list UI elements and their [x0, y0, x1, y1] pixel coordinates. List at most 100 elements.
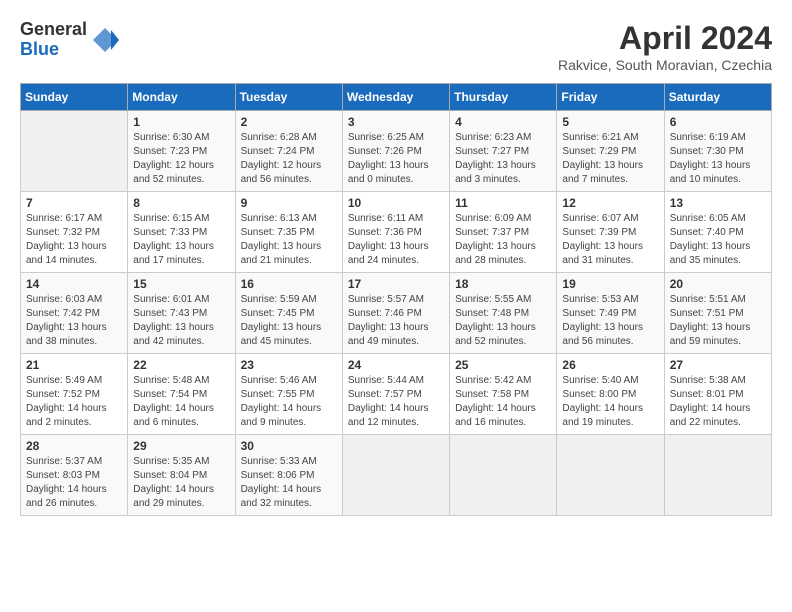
day-info: Sunrise: 5:35 AM Sunset: 8:04 PM Dayligh…: [133, 455, 229, 511]
day-number: 17: [348, 277, 444, 291]
logo-text: General Blue: [20, 20, 87, 60]
calendar-cell: 17Sunrise: 5:57 AM Sunset: 7:46 PM Dayli…: [342, 273, 449, 354]
calendar-week-row: 1Sunrise: 6:30 AM Sunset: 7:23 PM Daylig…: [21, 111, 772, 192]
day-info: Sunrise: 5:48 AM Sunset: 7:54 PM Dayligh…: [133, 374, 229, 430]
day-number: 23: [241, 358, 337, 372]
calendar-week-row: 7Sunrise: 6:17 AM Sunset: 7:32 PM Daylig…: [21, 192, 772, 273]
calendar-cell: 27 Sunrise: 5:38 AM Sunset: 8:01 PM Dayli…: [664, 354, 771, 435]
day-number: 1: [133, 115, 229, 129]
day-number: 3: [348, 115, 444, 129]
day-info: Sunrise: 5:42 AM Sunset: 7:58 PM Dayligh…: [455, 374, 551, 430]
day-number: 11: [455, 196, 551, 210]
calendar-cell: 28 Sunrise: 5:37 AM Sunset: 8:03 PM Dayli…: [21, 435, 128, 516]
day-info: Sunrise: 6:28 AM Sunset: 7:24 PM Dayligh…: [241, 131, 337, 187]
day-info: Sunrise: 6:21 AM Sunset: 7:29 PM Dayligh…: [562, 131, 658, 187]
logo: General Blue: [20, 20, 119, 60]
day-number: 7: [26, 196, 122, 210]
day-info: Sunrise: 6:25 AM Sunset: 7:26 PM Dayligh…: [348, 131, 444, 187]
day-number: 9: [241, 196, 337, 210]
day-info: Sunrise: 6:07 AM Sunset: 7:39 PM Dayligh…: [562, 212, 658, 268]
day-number: 28: [26, 439, 122, 453]
calendar-cell: 19 Sunrise: 5:53 AM Sunset: 7:49 PM Dayli…: [557, 273, 664, 354]
calendar-cell: 6 Sunrise: 6:19 AM Sunset: 7:30 PM Daylig…: [664, 111, 771, 192]
calendar-cell: 13 Sunrise: 6:05 AM Sunset: 7:40 PM Dayli…: [664, 192, 771, 273]
calendar-cell: 21 Sunrise: 5:49 AM Sunset: 7:52 PM Dayli…: [21, 354, 128, 435]
calendar-cell: 20 Sunrise: 5:51 AM Sunset: 7:51 PM Dayli…: [664, 273, 771, 354]
calendar-cell: 14 Sunrise: 6:03 AM Sunset: 7:42 PM Dayli…: [21, 273, 128, 354]
day-info: Sunrise: 5:33 AM Sunset: 8:06 PM Dayligh…: [241, 455, 337, 511]
day-number: 5: [562, 115, 658, 129]
main-title: April 2024: [558, 20, 772, 57]
calendar-cell: 11 Sunrise: 6:09 AM Sunset: 7:37 PM Dayli…: [450, 192, 557, 273]
day-number: 20: [670, 277, 766, 291]
calendar-cell: 18Sunrise: 5:55 AM Sunset: 7:48 PM Dayli…: [450, 273, 557, 354]
day-info: Sunrise: 5:53 AM Sunset: 7:49 PM Dayligh…: [562, 293, 658, 349]
day-info: Sunrise: 5:55 AM Sunset: 7:48 PM Dayligh…: [455, 293, 551, 349]
day-number: 24: [348, 358, 444, 372]
day-number: 12: [562, 196, 658, 210]
calendar-week-row: 21 Sunrise: 5:49 AM Sunset: 7:52 PM Dayli…: [21, 354, 772, 435]
day-number: 19: [562, 277, 658, 291]
calendar-header-row: SundayMondayTuesdayWednesdayThursdayFrid…: [21, 84, 772, 111]
day-number: 22: [133, 358, 229, 372]
day-info: Sunrise: 5:59 AM Sunset: 7:45 PM Dayligh…: [241, 293, 337, 349]
calendar-cell: 4 Sunrise: 6:23 AM Sunset: 7:27 PM Daylig…: [450, 111, 557, 192]
title-block: April 2024 Rakvice, South Moravian, Czec…: [558, 20, 772, 73]
day-number: 6: [670, 115, 766, 129]
day-info: Sunrise: 5:49 AM Sunset: 7:52 PM Dayligh…: [26, 374, 122, 430]
day-info: Sunrise: 6:13 AM Sunset: 7:35 PM Dayligh…: [241, 212, 337, 268]
calendar-cell: [450, 435, 557, 516]
calendar-cell: 26Sunrise: 5:40 AM Sunset: 8:00 PM Dayli…: [557, 354, 664, 435]
day-info: Sunrise: 5:38 AM Sunset: 8:01 PM Dayligh…: [670, 374, 766, 430]
day-info: Sunrise: 5:37 AM Sunset: 8:03 PM Dayligh…: [26, 455, 122, 511]
calendar-cell: [557, 435, 664, 516]
day-info: Sunrise: 6:03 AM Sunset: 7:42 PM Dayligh…: [26, 293, 122, 349]
day-info: Sunrise: 6:19 AM Sunset: 7:30 PM Dayligh…: [670, 131, 766, 187]
day-info: Sunrise: 5:51 AM Sunset: 7:51 PM Dayligh…: [670, 293, 766, 349]
calendar-header-wednesday: Wednesday: [342, 84, 449, 111]
day-number: 25: [455, 358, 551, 372]
calendar-header-sunday: Sunday: [21, 84, 128, 111]
calendar-cell: 9 Sunrise: 6:13 AM Sunset: 7:35 PM Daylig…: [235, 192, 342, 273]
day-number: 27: [670, 358, 766, 372]
calendar-cell: 23 Sunrise: 5:46 AM Sunset: 7:55 PM Dayli…: [235, 354, 342, 435]
calendar-cell: 22 Sunrise: 5:48 AM Sunset: 7:54 PM Dayli…: [128, 354, 235, 435]
logo-blue: Blue: [20, 40, 87, 60]
day-number: 21: [26, 358, 122, 372]
day-number: 15: [133, 277, 229, 291]
calendar-cell: 10 Sunrise: 6:11 AM Sunset: 7:36 PM Dayli…: [342, 192, 449, 273]
calendar-cell: 5 Sunrise: 6:21 AM Sunset: 7:29 PM Daylig…: [557, 111, 664, 192]
calendar-cell: 8 Sunrise: 6:15 AM Sunset: 7:33 PM Daylig…: [128, 192, 235, 273]
calendar-cell: 15Sunrise: 6:01 AM Sunset: 7:43 PM Dayli…: [128, 273, 235, 354]
calendar-cell: 3 Sunrise: 6:25 AM Sunset: 7:26 PM Daylig…: [342, 111, 449, 192]
day-number: 13: [670, 196, 766, 210]
day-number: 26: [562, 358, 658, 372]
day-number: 10: [348, 196, 444, 210]
day-number: 14: [26, 277, 122, 291]
calendar-cell: 2 Sunrise: 6:28 AM Sunset: 7:24 PM Daylig…: [235, 111, 342, 192]
calendar-header-thursday: Thursday: [450, 84, 557, 111]
day-info: Sunrise: 6:05 AM Sunset: 7:40 PM Dayligh…: [670, 212, 766, 268]
calendar-header-tuesday: Tuesday: [235, 84, 342, 111]
day-number: 16: [241, 277, 337, 291]
calendar-cell: 7Sunrise: 6:17 AM Sunset: 7:32 PM Daylig…: [21, 192, 128, 273]
day-number: 2: [241, 115, 337, 129]
calendar-cell: [342, 435, 449, 516]
day-info: Sunrise: 6:09 AM Sunset: 7:37 PM Dayligh…: [455, 212, 551, 268]
calendar-cell: 29Sunrise: 5:35 AM Sunset: 8:04 PM Dayli…: [128, 435, 235, 516]
calendar-table: SundayMondayTuesdayWednesdayThursdayFrid…: [20, 83, 772, 516]
day-info: Sunrise: 5:46 AM Sunset: 7:55 PM Dayligh…: [241, 374, 337, 430]
calendar-week-row: 28 Sunrise: 5:37 AM Sunset: 8:03 PM Dayli…: [21, 435, 772, 516]
calendar-header-saturday: Saturday: [664, 84, 771, 111]
calendar-cell: [21, 111, 128, 192]
calendar-header-monday: Monday: [128, 84, 235, 111]
day-info: Sunrise: 6:11 AM Sunset: 7:36 PM Dayligh…: [348, 212, 444, 268]
calendar-cell: 16 Sunrise: 5:59 AM Sunset: 7:45 PM Dayli…: [235, 273, 342, 354]
day-number: 8: [133, 196, 229, 210]
day-info: Sunrise: 6:23 AM Sunset: 7:27 PM Dayligh…: [455, 131, 551, 187]
calendar-cell: [664, 435, 771, 516]
day-number: 4: [455, 115, 551, 129]
day-info: Sunrise: 6:15 AM Sunset: 7:33 PM Dayligh…: [133, 212, 229, 268]
calendar-cell: 24Sunrise: 5:44 AM Sunset: 7:57 PM Dayli…: [342, 354, 449, 435]
calendar-cell: 12 Sunrise: 6:07 AM Sunset: 7:39 PM Dayli…: [557, 192, 664, 273]
